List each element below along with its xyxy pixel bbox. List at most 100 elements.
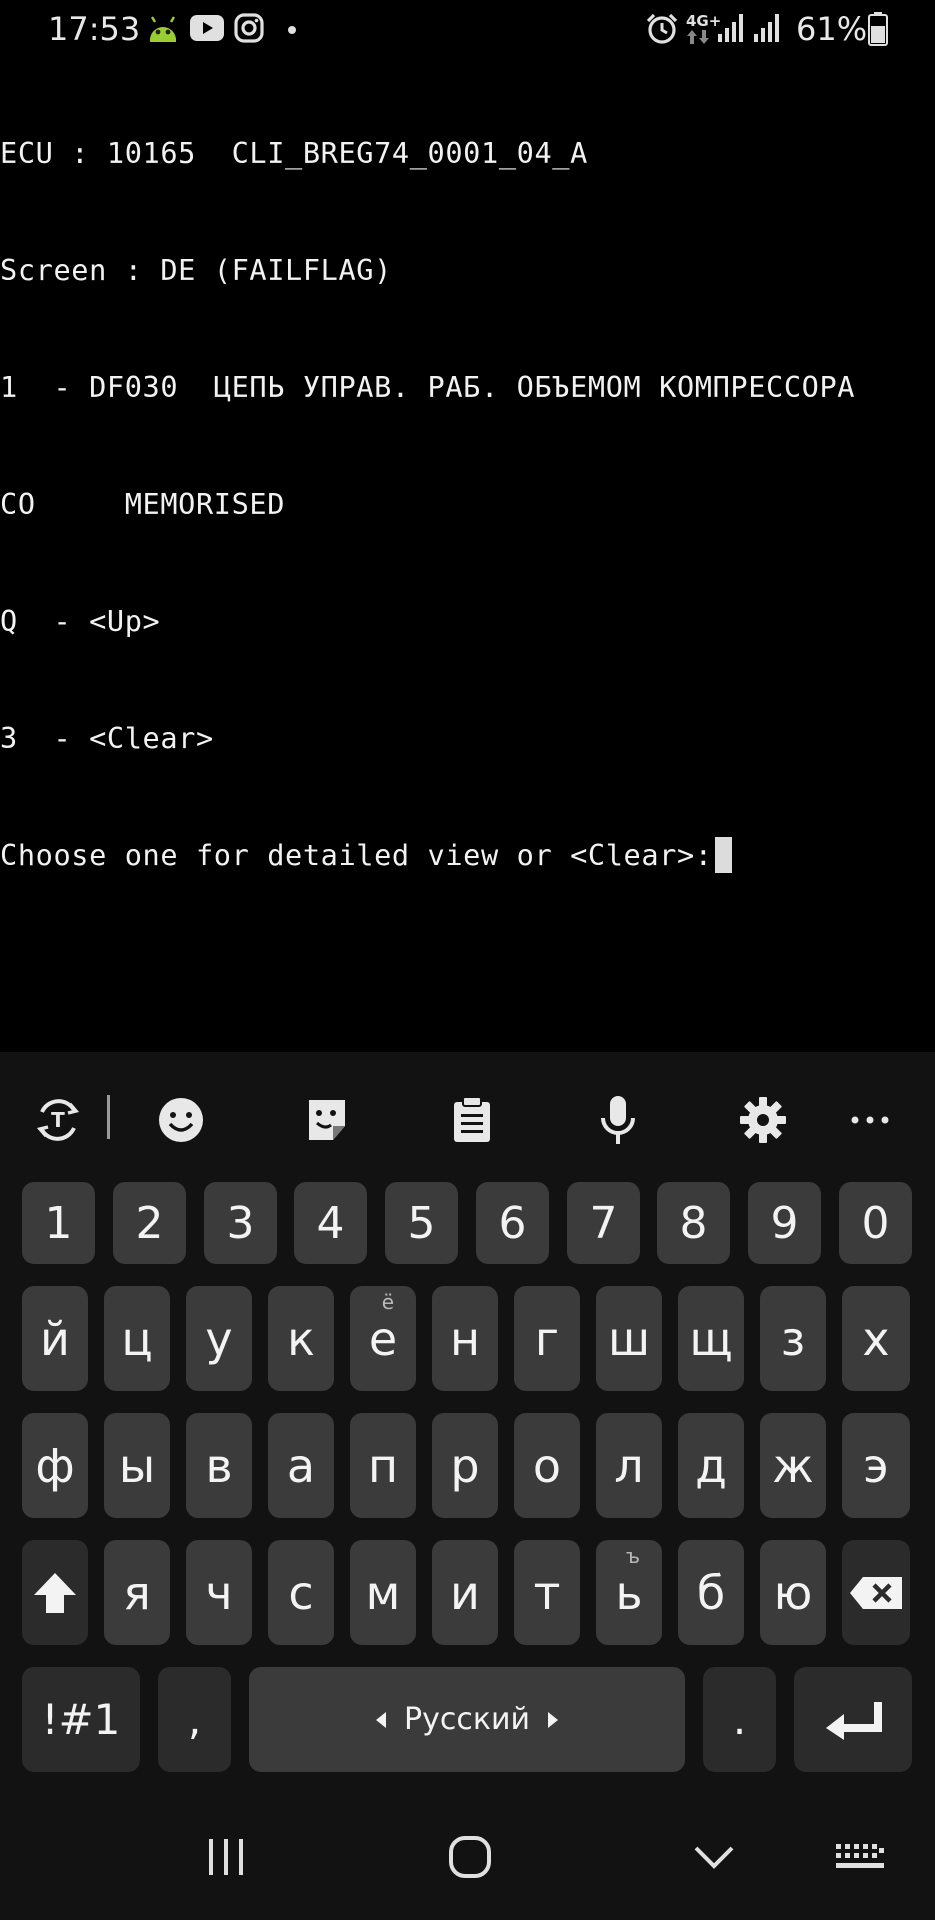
backspace-icon	[850, 1576, 902, 1609]
keyboard-icon	[836, 1844, 884, 1868]
battery-percent: 61%	[796, 10, 868, 48]
key-1[interactable]: 1	[22, 1182, 95, 1264]
emoji-icon[interactable]	[151, 1090, 211, 1150]
home-button[interactable]	[435, 1822, 505, 1892]
signal-icon-2	[754, 14, 784, 47]
period-key[interactable]: .	[703, 1667, 776, 1772]
recents-button[interactable]	[191, 1822, 261, 1892]
terminal-prompt: Choose one for detailed view or <Clear>:	[0, 838, 713, 872]
key-letter[interactable]: б	[678, 1540, 744, 1645]
terminal-line: Screen : DE (FAILFLAG)	[0, 253, 392, 287]
terminal-line: 3 - <Clear>	[0, 721, 214, 755]
key-letter[interactable]: к	[268, 1286, 334, 1391]
key-letter[interactable]: д	[678, 1413, 744, 1518]
terminal-line: ECU : 10165 CLI_BREG74_0001_04_A	[0, 136, 588, 170]
arrow-left-icon	[376, 1711, 387, 1728]
key-letter[interactable]: р	[432, 1413, 498, 1518]
instagram-icon	[234, 13, 264, 48]
shift-key[interactable]	[22, 1540, 88, 1645]
arrow-right-icon	[547, 1711, 558, 1728]
key-letter[interactable]: н	[432, 1286, 498, 1391]
hide-keyboard-button[interactable]	[679, 1822, 749, 1892]
dot-icon	[287, 22, 297, 40]
key-letter[interactable]: з	[760, 1286, 826, 1391]
key-letter[interactable]: э	[842, 1413, 910, 1518]
key-2[interactable]: 2	[113, 1182, 186, 1264]
settings-icon[interactable]	[733, 1090, 793, 1150]
key-8[interactable]: 8	[657, 1182, 730, 1264]
key-letter[interactable]: г	[514, 1286, 580, 1391]
key-letter[interactable]: с	[268, 1540, 334, 1645]
symbols-key[interactable]: !#1	[22, 1667, 140, 1772]
enter-icon	[826, 1701, 882, 1740]
clipboard-icon[interactable]	[442, 1090, 502, 1150]
chevron-down-icon	[694, 1846, 734, 1869]
key-letter[interactable]: я	[104, 1540, 170, 1645]
keyboard: T 1 2 3 4 5 6 7 8 9 0 й ц у к ё е н г ш …	[0, 1052, 935, 1792]
key-letter[interactable]: ш	[596, 1286, 662, 1391]
key-6[interactable]: 6	[476, 1182, 549, 1264]
key-letter[interactable]: т	[514, 1540, 580, 1645]
key-0[interactable]: 0	[839, 1182, 912, 1264]
key-4[interactable]: 4	[294, 1182, 367, 1264]
key-9[interactable]: 9	[748, 1182, 821, 1264]
key-letter[interactable]: ч	[186, 1540, 252, 1645]
key-letter[interactable]: м	[350, 1540, 416, 1645]
key-label: ь	[615, 1565, 643, 1620]
android-icon	[146, 14, 180, 49]
keyboard-switch-button[interactable]	[825, 1822, 895, 1892]
key-letter[interactable]: л	[596, 1413, 662, 1518]
key-letter[interactable]: щ	[678, 1286, 744, 1391]
key-letter[interactable]: в	[186, 1413, 252, 1518]
terminal-line: 1 - DF030 ЦЕПЬ УПРАВ. РАБ. ОБЪЕМОМ КОМПР…	[0, 370, 856, 404]
svg-text:T: T	[51, 1108, 65, 1132]
key-letter[interactable]: й	[22, 1286, 88, 1391]
key-label: е	[368, 1311, 398, 1366]
terminal-line: Q - <Up>	[0, 604, 161, 638]
key-letter[interactable]: а	[268, 1413, 334, 1518]
key-3[interactable]: 3	[204, 1182, 277, 1264]
mic-icon[interactable]	[588, 1090, 648, 1150]
key-letter[interactable]: п	[350, 1413, 416, 1518]
terminal-output[interactable]: ECU : 10165 CLI_BREG74_0001_04_A Screen …	[0, 56, 935, 1046]
alarm-icon	[645, 12, 679, 51]
recents-icon	[209, 1839, 243, 1875]
more-icon[interactable]	[840, 1090, 900, 1150]
terminal-line: CO MEMORISED	[0, 487, 286, 521]
key-letter[interactable]: х	[842, 1286, 910, 1391]
space-label: Русский	[404, 1702, 530, 1737]
data-arrows-icon	[686, 30, 710, 49]
key-hint: ё	[381, 1290, 394, 1314]
key-e[interactable]: ё е	[350, 1286, 416, 1391]
key-letter[interactable]: ф	[22, 1413, 88, 1518]
navigation-bar	[0, 1792, 935, 1920]
status-time: 17:53	[48, 10, 141, 48]
key-7[interactable]: 7	[567, 1182, 640, 1264]
key-letter[interactable]: ц	[104, 1286, 170, 1391]
backspace-key[interactable]	[842, 1540, 910, 1645]
key-letter[interactable]: ж	[760, 1413, 826, 1518]
key-letter[interactable]: ы	[104, 1413, 170, 1518]
keyboard-toolbar: T	[0, 1052, 935, 1182]
home-icon	[449, 1836, 491, 1878]
network-type: 4G+	[686, 12, 722, 30]
battery-icon	[868, 12, 888, 51]
shift-icon	[34, 1572, 76, 1613]
key-letter[interactable]: ю	[760, 1540, 826, 1645]
terminal-prompt-line: Choose one for detailed view or <Clear>:	[0, 836, 935, 875]
key-letter[interactable]: у	[186, 1286, 252, 1391]
translate-icon[interactable]: T	[28, 1090, 88, 1150]
key-letter[interactable]: и	[432, 1540, 498, 1645]
key-5[interactable]: 5	[385, 1182, 458, 1264]
sticker-icon[interactable]	[297, 1090, 357, 1150]
space-key[interactable]: Русский	[249, 1667, 685, 1772]
comma-key[interactable]: ,	[158, 1667, 231, 1772]
toolbar-divider	[107, 1095, 110, 1139]
youtube-icon	[190, 15, 224, 46]
signal-icon	[718, 14, 748, 47]
text-cursor	[714, 837, 732, 873]
status-bar: 17:53 4G+ 61%	[0, 0, 935, 58]
enter-key[interactable]	[794, 1667, 912, 1772]
key-soft-sign[interactable]: ъ ь	[596, 1540, 662, 1645]
key-letter[interactable]: о	[514, 1413, 580, 1518]
